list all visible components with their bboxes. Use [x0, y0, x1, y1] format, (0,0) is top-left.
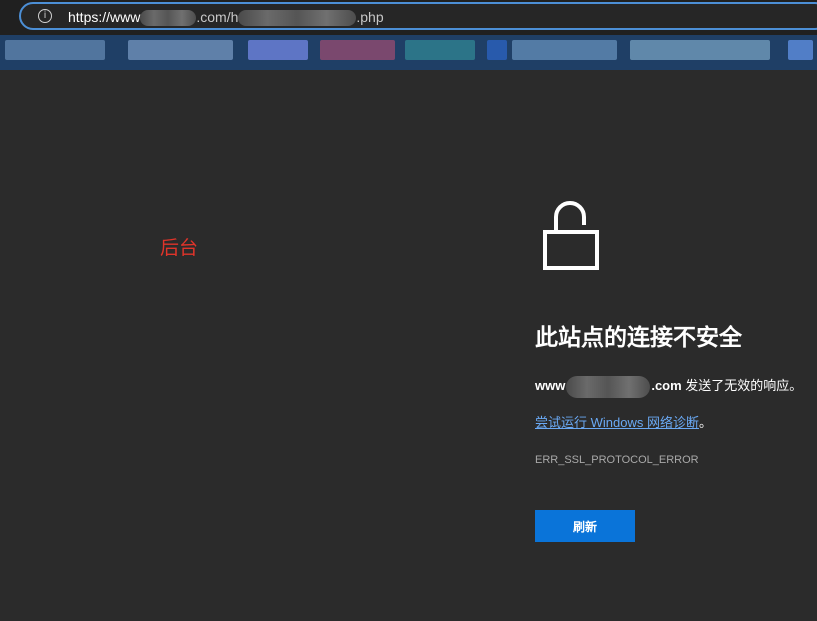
bookmark-item[interactable] — [128, 40, 233, 60]
bookmark-item[interactable] — [248, 40, 308, 60]
diagnose-line: 尝试运行 Windows 网络诊断。 — [535, 412, 712, 431]
url-suffix: .php — [356, 9, 384, 25]
url-mid: .com/h — [196, 9, 239, 25]
diagnose-period: 。 — [698, 415, 712, 430]
error-code: ERR_SSL_PROTOCOL_ERROR — [535, 454, 699, 466]
address-bar[interactable]: i https://www .com/h .php — [19, 2, 817, 30]
host-prefix: www — [535, 378, 566, 393]
error-description: www .com 发送了无效的响应。 — [535, 375, 802, 398]
bookmark-item[interactable] — [512, 40, 617, 60]
error-title: 此站点的连接不安全 — [535, 324, 742, 350]
bookmark-item[interactable] — [405, 40, 475, 60]
browser-toolbar: i https://www .com/h .php — [0, 0, 817, 70]
redacted-domain — [140, 10, 197, 27]
unlocked-padlock-icon — [541, 198, 601, 279]
address-strip: i https://www .com/h .php — [0, 0, 817, 35]
page-note: 后台 — [160, 238, 199, 259]
bookmark-item[interactable] — [487, 40, 507, 60]
bookmark-item[interactable] — [630, 40, 770, 60]
error-message: 发送了无效的响应。 — [681, 378, 803, 393]
info-icon[interactable]: i — [38, 9, 52, 23]
url-prefix: https://www — [68, 9, 141, 25]
refresh-button[interactable]: 刷新 — [535, 510, 635, 542]
network-diagnostics-link[interactable]: 尝试运行 Windows 网络诊断 — [535, 415, 699, 430]
redacted-path — [238, 10, 357, 27]
bookmark-item[interactable] — [320, 40, 395, 60]
host-suffix: .com — [651, 378, 682, 393]
bookmark-item[interactable] — [788, 40, 813, 60]
redacted-host — [566, 375, 651, 398]
bookmarks-bar — [0, 38, 817, 62]
bookmark-item[interactable] — [5, 40, 105, 60]
url-text[interactable]: https://www .com/h .php — [68, 9, 384, 27]
